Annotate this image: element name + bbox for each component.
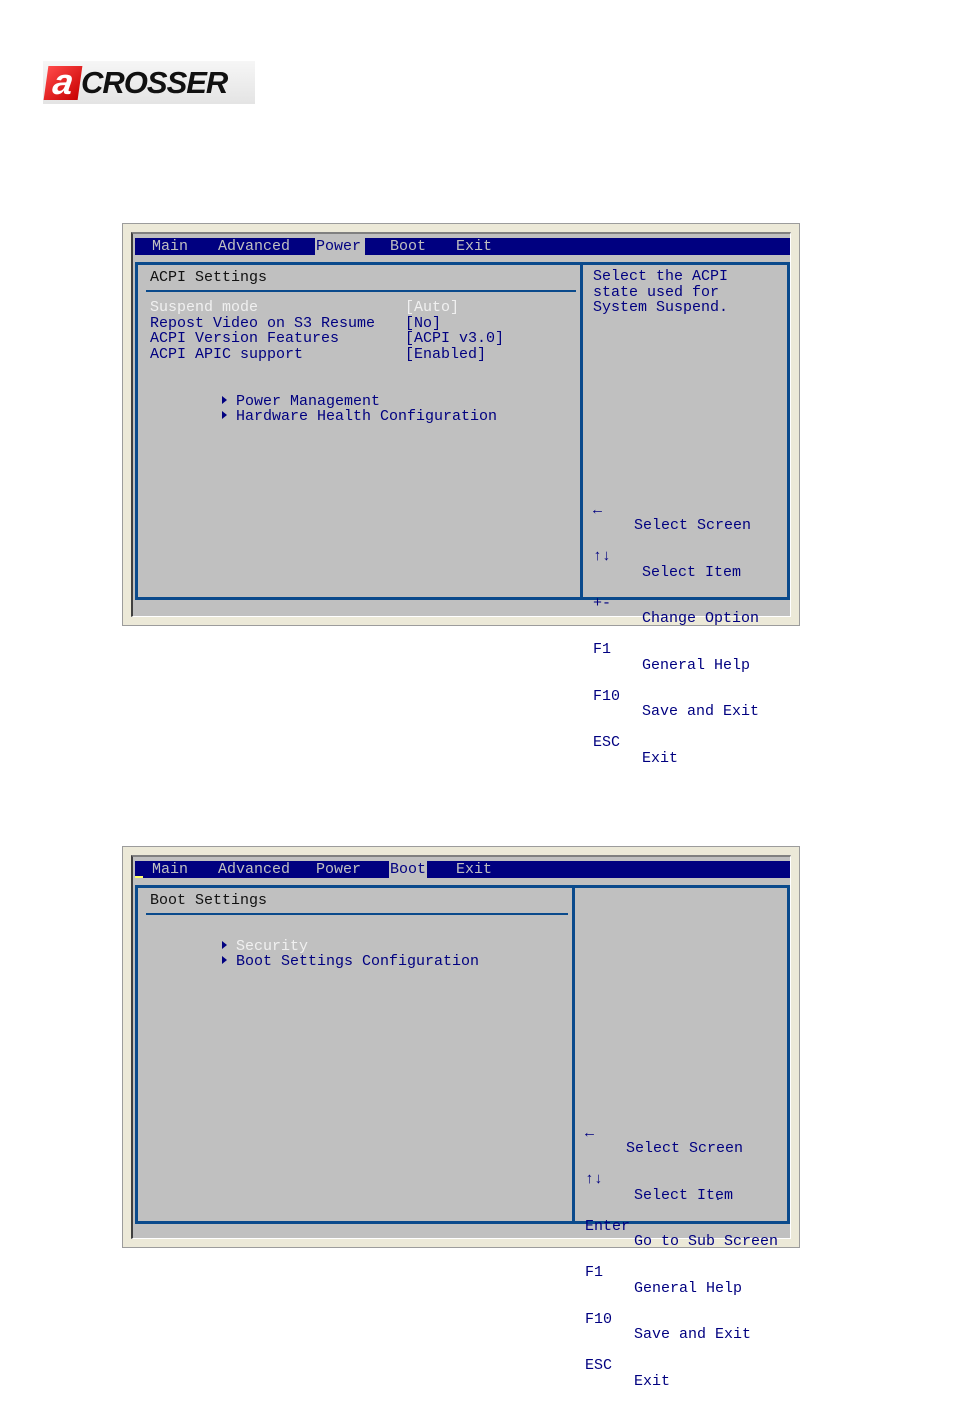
bios-screenshot-power: Main Advanced Power Boot Exit ACPI Setti…	[122, 223, 800, 766]
tab-boot[interactable]: Boot	[389, 238, 427, 255]
arrow-up-down-icon: ↑↓	[593, 548, 612, 566]
key-label: +-	[593, 594, 612, 612]
key-desc: General Help	[642, 656, 751, 674]
key-desc: Go to Sub Screen	[634, 1233, 779, 1251]
key-legend: ← Select Screen ↑↓ Select Item Enter Go …	[585, 1079, 785, 1390]
key-row-select-screen: ← Select Screen	[593, 487, 783, 533]
key-row-select-screen: ← Select Screen	[585, 1110, 785, 1156]
key-row-sub-screen: Enter Go to Sub Screen	[585, 1203, 785, 1250]
key-desc: Select Item	[634, 1186, 734, 1204]
key-row-select-item: ↑↓ Select Item	[585, 1157, 785, 1203]
key-row-exit: ESC Exit	[585, 1343, 785, 1389]
tab-main[interactable]: Main	[151, 238, 189, 255]
key-desc: Change Option	[642, 610, 760, 628]
key-legend: ← Select Screen ↑↓ Select Item +- Change…	[593, 456, 783, 767]
tab-boot[interactable]: Boot	[389, 861, 428, 878]
submenu-boot-settings-configuration[interactable]: Boot Settings Configuration	[150, 939, 479, 986]
key-label: F1	[585, 1264, 604, 1282]
submenu-label: Hardware Health Configuration	[236, 408, 498, 425]
key-label: F1	[593, 641, 612, 659]
section-title: Boot Settings	[150, 892, 268, 909]
key-label: Enter	[585, 1217, 631, 1235]
bios-menu-bar: Main Advanced Power Boot Exit	[135, 861, 790, 878]
key-row-change-option: +- Change Option	[593, 580, 783, 627]
help-panel: Select the ACPI state used for System Su…	[580, 262, 790, 766]
submenu-label: Boot Settings Configuration	[236, 953, 480, 970]
tab-exit[interactable]: Exit	[455, 238, 493, 255]
triangle-right-icon	[222, 956, 228, 964]
setting-suspend-mode-value[interactable]: [Auto]	[405, 300, 459, 316]
key-desc: Exit	[634, 1372, 671, 1390]
key-label: ESC	[585, 1357, 613, 1375]
key-row-general-help: F1 General Help	[585, 1250, 785, 1296]
cursor-marker	[135, 876, 143, 878]
tab-power[interactable]: Power	[315, 861, 362, 878]
setting-repost-video[interactable]: Repost Video on S3 Resume	[150, 315, 375, 332]
logo-text: CROSSER	[81, 64, 228, 100]
key-label: ESC	[593, 734, 621, 752]
key-desc: Save and Exit	[634, 1326, 752, 1344]
bios-screen: Main Advanced Power Boot Exit ACPI Setti…	[131, 232, 791, 766]
key-desc: Select Item	[642, 563, 742, 581]
key-desc: Save and Exit	[642, 703, 760, 721]
setting-acpi-version[interactable]: ACPI Version Features	[150, 331, 339, 347]
help-panel: ← Select Screen ↑↓ Select Item Enter Go …	[572, 885, 790, 1389]
setting-suspend-mode[interactable]: Suspend mode	[150, 300, 258, 316]
triangle-right-icon	[222, 411, 228, 419]
tab-exit[interactable]: Exit	[455, 861, 493, 878]
title-divider	[146, 913, 568, 915]
title-divider	[146, 290, 576, 292]
tab-advanced[interactable]: Advanced	[217, 861, 291, 878]
bios-menu-bar: Main Advanced Power Boot Exit	[135, 238, 790, 255]
logo-mark: a	[43, 61, 83, 102]
tab-power[interactable]: Power	[315, 238, 366, 255]
setting-acpi-apic-value[interactable]: [Enabled]	[405, 346, 486, 363]
key-row-general-help: F1 General Help	[593, 627, 783, 673]
key-row-save-exit: F10 Save and Exit	[585, 1296, 785, 1343]
section-title: ACPI Settings	[150, 269, 268, 286]
acrosser-logo: a CROSSER	[43, 61, 255, 104]
bios-screenshot-boot: Main Advanced Power Boot Exit Boot Setti…	[122, 846, 800, 1389]
setting-acpi-apic[interactable]: ACPI APIC support	[150, 346, 303, 363]
arrow-up-down-icon: ↑↓	[585, 1171, 604, 1189]
tab-main[interactable]: Main	[151, 861, 189, 878]
tab-advanced[interactable]: Advanced	[217, 238, 291, 255]
help-line: Select the ACPI	[593, 268, 729, 285]
submenu-hardware-health[interactable]: Hardware Health Configuration	[150, 394, 497, 441]
key-desc: Exit	[642, 749, 679, 767]
stray-pixel	[717, 1198, 719, 1200]
bios-screen: Main Advanced Power Boot Exit Boot Setti…	[131, 855, 791, 1389]
arrow-left-icon: ←	[585, 1124, 595, 1142]
key-label: F10	[585, 1310, 613, 1328]
setting-repost-video-value[interactable]: [No]	[405, 315, 441, 332]
key-row-save-exit: F10 Save and Exit	[593, 673, 783, 720]
setting-acpi-version-value[interactable]: [ACPI v3.0]	[405, 331, 504, 347]
key-desc: Select Screen	[626, 1140, 744, 1157]
settings-panel: ACPI Settings Suspend mode [Auto] Repost…	[135, 262, 583, 600]
arrow-left-icon: ←	[593, 501, 603, 519]
key-row-exit: ESC Exit	[593, 720, 783, 766]
key-desc: Select Screen	[634, 517, 752, 534]
key-desc: General Help	[634, 1279, 743, 1297]
key-label: F10	[593, 687, 621, 705]
key-row-select-item: ↑↓ Select Item	[593, 534, 783, 580]
help-line: state used for	[593, 283, 720, 301]
help-line: System Suspend.	[593, 299, 729, 316]
settings-panel: Boot Settings Security Boot Settings Con…	[135, 885, 575, 1224]
